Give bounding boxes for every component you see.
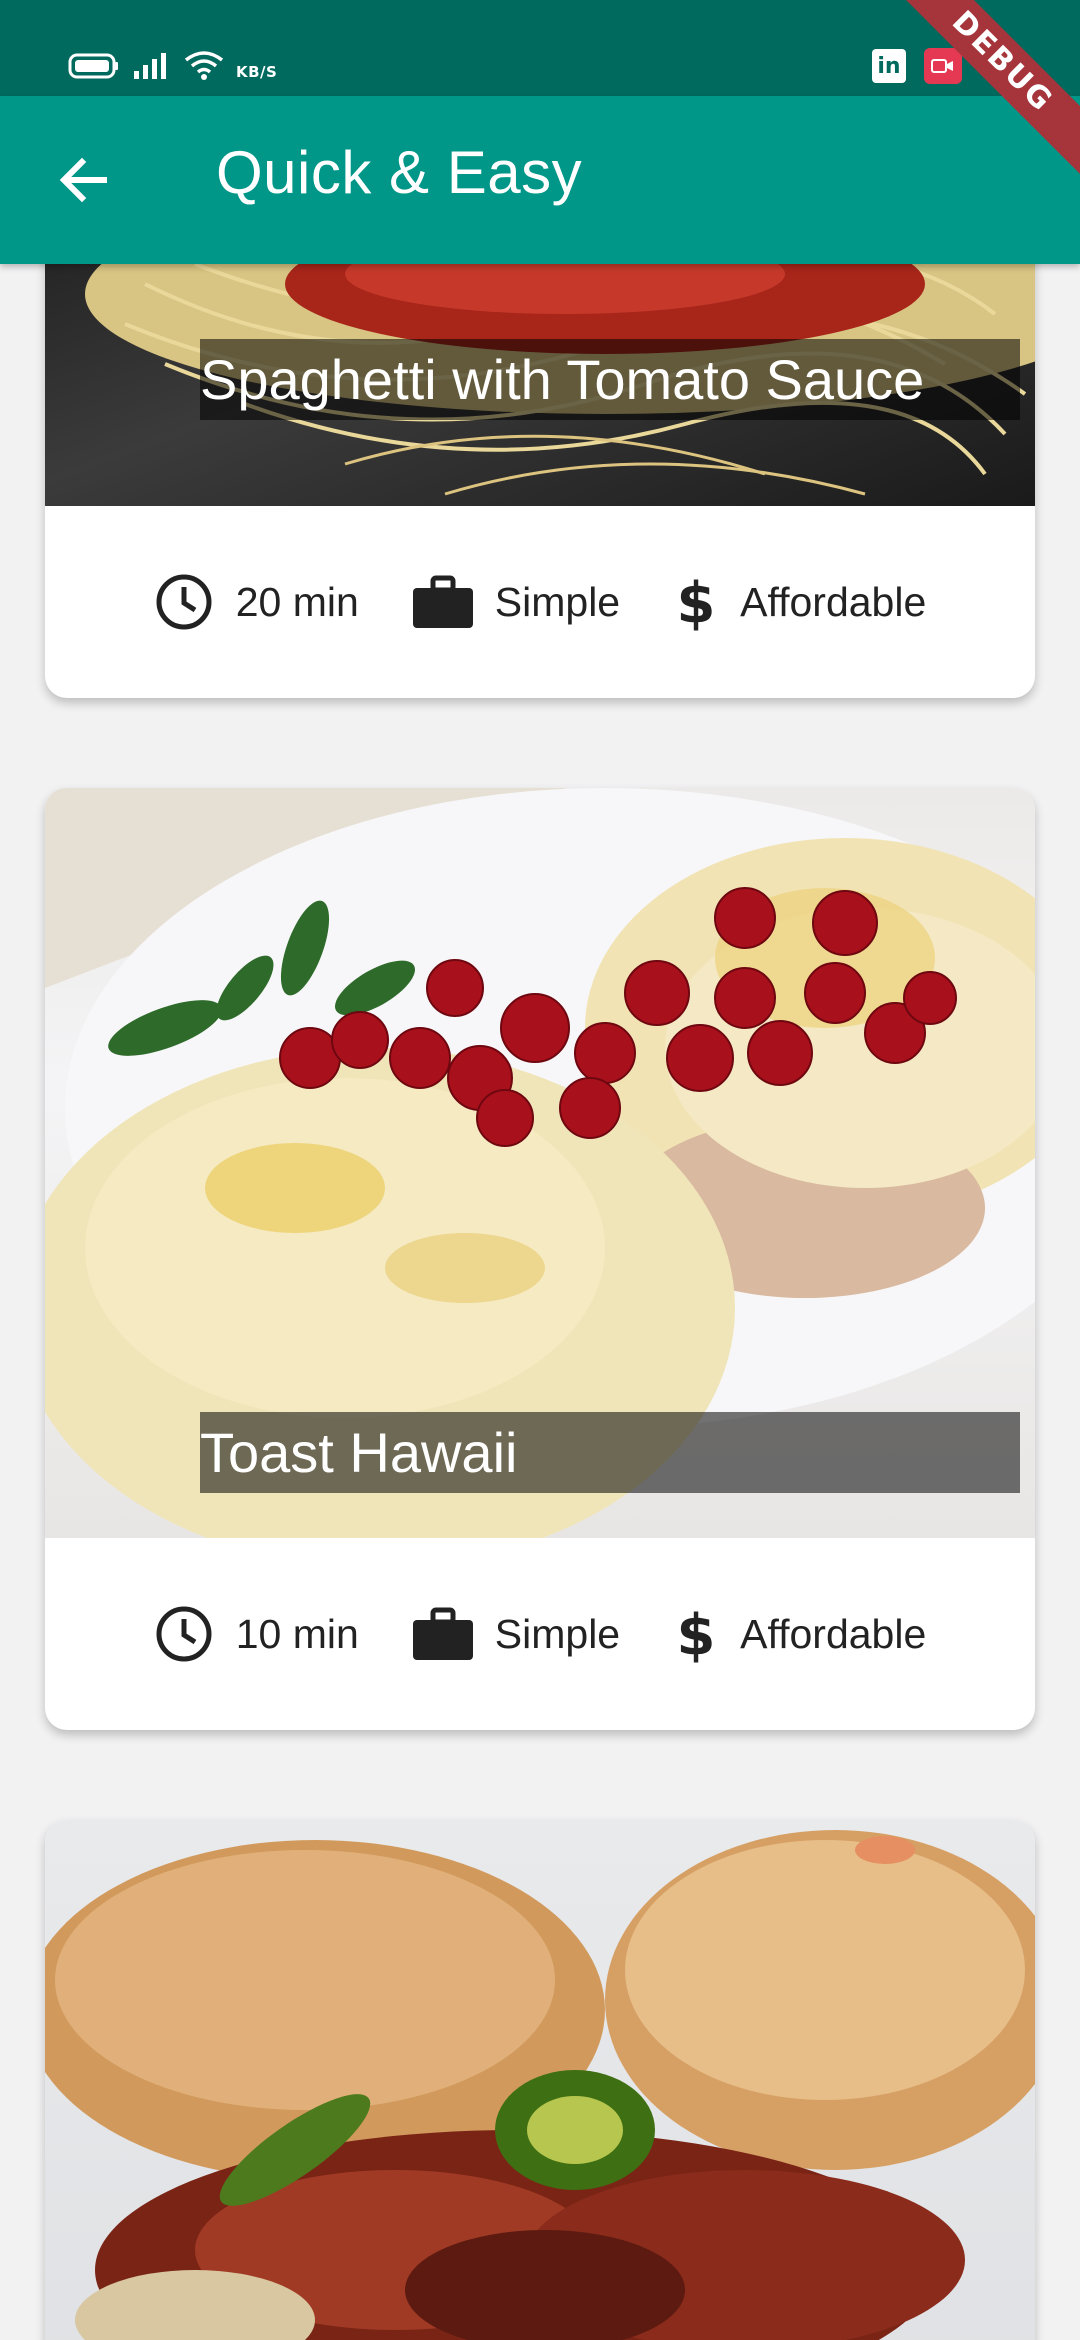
status-bar: KB/S in (0, 0, 1080, 96)
net-speed-label: KB/S (236, 63, 278, 81)
dollar-icon: $ (674, 572, 718, 632)
duration-label: 10 min (235, 1610, 359, 1657)
affordability-item: $ Affordable (674, 1604, 927, 1664)
meal-meta-row: 20 min Simple $ Affordable (45, 506, 1035, 698)
complexity-label: Simple (494, 1610, 621, 1657)
clock-icon (154, 1604, 214, 1664)
briefcase-icon (412, 1606, 473, 1662)
clock-icon (154, 572, 214, 632)
meal-meta-row: 10 min Simple $ Affordable (45, 1538, 1035, 1730)
affordability-item: $ Affordable (674, 572, 927, 632)
battery-icon (68, 53, 118, 79)
complexity-item: Simple (412, 574, 621, 630)
affordability-label: Affordable (740, 1610, 927, 1657)
complexity-item: Simple (412, 1606, 621, 1662)
linkedin-icon: in (872, 49, 906, 83)
app-bar: Quick & Easy (0, 96, 1080, 264)
svg-text:$: $ (677, 1604, 716, 1664)
svg-text:$: $ (677, 572, 716, 632)
duration-label: 20 min (235, 578, 359, 625)
signal-icon (134, 53, 166, 79)
arrow-left-icon (59, 157, 107, 203)
meal-card[interactable]: Spaghetti with Tomato Sauce 20 min Simpl… (45, 264, 1035, 698)
meal-image (45, 1820, 1035, 2340)
wifi-icon (184, 51, 224, 80)
duration-item: 20 min (154, 572, 359, 632)
meal-list[interactable]: Spaghetti with Tomato Sauce 20 min Simpl… (0, 264, 1080, 2340)
briefcase-icon (412, 574, 473, 630)
meal-image: Toast Hawaii (45, 788, 1035, 1538)
page-title: Quick & Easy (216, 139, 583, 206)
meal-title: Toast Hawaii (200, 1412, 1020, 1493)
back-button[interactable] (50, 146, 118, 214)
dollar-icon: $ (674, 1604, 718, 1664)
screen-record-icon (924, 48, 962, 84)
meal-card[interactable]: Toast Hawaii 10 min Simple $ Affordable (45, 788, 1035, 1730)
complexity-label: Simple (494, 578, 621, 625)
meal-title: Spaghetti with Tomato Sauce (200, 339, 1020, 420)
meal-image: Spaghetti with Tomato Sauce (45, 264, 1035, 506)
meal-card[interactable] (45, 1820, 1035, 2340)
affordability-label: Affordable (740, 578, 927, 625)
duration-item: 10 min (154, 1604, 359, 1664)
